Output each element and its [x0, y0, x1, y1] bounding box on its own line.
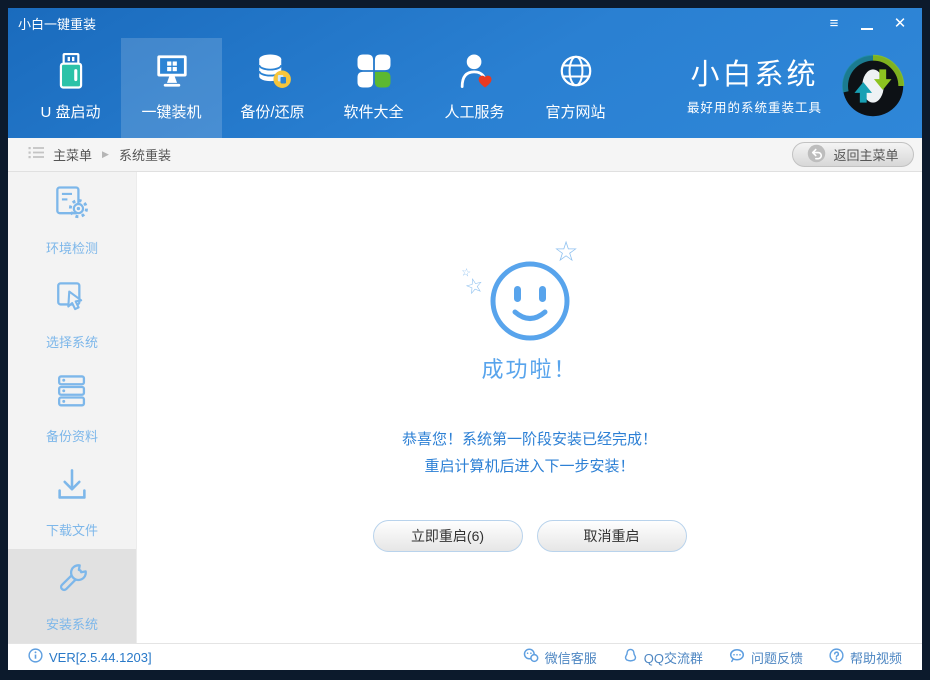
footer-link-label: 帮助视频 — [850, 648, 902, 667]
brand-area: 小白系统 最好用的系统重装工具 — [687, 38, 922, 138]
header: 小白一键重装 ≡ ✕ U 盘启动 — [8, 8, 922, 138]
feedback-link[interactable]: 问题反馈 — [729, 648, 803, 667]
nav-item-label: 人工服务 — [444, 101, 504, 122]
restart-now-button[interactable]: 立即重启(6) — [373, 520, 523, 552]
nav-item-software-collection[interactable]: 软件大全 — [323, 38, 424, 138]
help-video-link[interactable]: 帮助视频 — [829, 648, 902, 667]
wechat-support-link[interactable]: 微信客服 — [523, 648, 597, 667]
download-file-icon — [50, 464, 94, 511]
sidebar-item-backup-data[interactable]: 备份资料 — [8, 360, 136, 454]
footer: VER[2.5.44.1203] 微信客服 — [8, 643, 922, 670]
sidebar-item-label: 下载文件 — [46, 520, 98, 539]
minimize-icon[interactable] — [859, 16, 875, 31]
status-title: 成功啦！ — [481, 352, 577, 384]
titlebar: 小白一键重装 ≡ ✕ — [8, 8, 922, 38]
feedback-bubble-icon — [729, 648, 745, 666]
status-message: 恭喜您！系统第一阶段安装已经完成！ 重启计算机后进入下一步安装！ — [402, 426, 657, 480]
sidebar-item-label: 选择系统 — [46, 332, 98, 351]
main-nav: U 盘启动 一键装机 — [8, 38, 922, 138]
status-message-line1: 恭喜您！系统第一阶段安装已经完成！ — [402, 426, 657, 453]
monitor-windows-icon — [149, 48, 195, 94]
nav-item-label: 官方网站 — [545, 101, 605, 122]
breadcrumb-root[interactable]: 主菜单 — [53, 145, 92, 164]
support-person-icon — [452, 48, 498, 94]
smiley-face-icon — [486, 257, 574, 350]
qq-group-link[interactable]: QQ交流群 — [623, 648, 703, 667]
sidebar-item-label: 备份资料 — [46, 426, 98, 445]
footer-link-label: 微信客服 — [545, 648, 597, 667]
main-area: 环境检测 选择系统 — [8, 172, 922, 643]
backup-data-icon — [50, 370, 94, 417]
action-buttons: 立即重启(6) 取消重启 — [373, 520, 687, 552]
nav-item-label: 软件大全 — [343, 101, 403, 122]
qq-icon — [623, 648, 638, 666]
brand-tagline: 最好用的系统重装工具 — [687, 97, 822, 116]
help-video-icon — [829, 648, 844, 666]
environment-check-icon — [50, 182, 94, 229]
nav-item-label: 一键装机 — [141, 101, 201, 122]
window-title: 小白一键重装 — [18, 14, 96, 33]
cancel-restart-button[interactable]: 取消重启 — [537, 520, 687, 552]
nav-item-label: 备份/还原 — [240, 101, 304, 122]
footer-link-label: QQ交流群 — [644, 648, 703, 667]
app-window: 小白一键重装 ≡ ✕ U 盘启动 — [8, 8, 922, 670]
globe-icon — [553, 48, 599, 94]
menu-icon[interactable]: ≡ — [826, 16, 842, 31]
window-controls: ≡ ✕ — [826, 16, 908, 31]
select-system-icon — [50, 276, 94, 323]
info-icon — [28, 648, 43, 666]
list-icon — [28, 146, 45, 164]
sidebar-item-download-files[interactable]: 下载文件 — [8, 455, 136, 549]
nav-item-backup-restore[interactable]: 备份/还原 — [222, 38, 323, 138]
close-icon[interactable]: ✕ — [892, 16, 908, 31]
install-system-wrench-icon — [50, 558, 94, 605]
sidebar: 环境检测 选择系统 — [8, 172, 137, 643]
breadcrumb-arrow-icon: ▶ — [102, 149, 109, 160]
version-info: VER[2.5.44.1203] — [28, 648, 152, 666]
sidebar-item-select-system[interactable]: 选择系统 — [8, 266, 136, 360]
nav-item-official-website[interactable]: 官方网站 — [525, 38, 626, 138]
footer-link-label: 问题反馈 — [751, 648, 803, 667]
nav-item-usb-boot[interactable]: U 盘启动 — [20, 38, 121, 138]
usb-drive-icon — [48, 48, 94, 94]
sidebar-item-label: 安装系统 — [46, 614, 98, 633]
nav-item-human-support[interactable]: 人工服务 — [424, 38, 525, 138]
software-clover-icon — [351, 48, 397, 94]
version-text: VER[2.5.44.1203] — [49, 650, 152, 665]
footer-links: 微信客服 QQ交流群 问题反馈 — [523, 648, 902, 667]
sidebar-item-environment-check[interactable]: 环境检测 — [8, 172, 136, 266]
back-button-label: 返回主菜单 — [833, 145, 898, 164]
star-icon: ☆ — [462, 274, 485, 299]
success-illustration: ☆ ☆ ☆ — [425, 218, 635, 350]
status-message-line2: 重启计算机后进入下一步安装！ — [402, 453, 657, 480]
app-logo-icon — [834, 47, 912, 130]
database-backup-icon — [250, 48, 296, 94]
breadcrumb-current: 系统重装 — [119, 145, 171, 164]
back-to-main-menu-button[interactable]: 返回主菜单 — [792, 142, 914, 167]
nav-item-one-click-install[interactable]: 一键装机 — [121, 38, 222, 138]
wechat-icon — [523, 648, 539, 666]
return-arrow-icon — [807, 144, 826, 166]
brand-name: 小白系统 — [687, 60, 822, 92]
sidebar-item-label: 环境检测 — [46, 238, 98, 257]
brand-text: 小白系统 最好用的系统重装工具 — [687, 60, 822, 116]
nav-item-label: U 盘启动 — [40, 101, 100, 122]
breadcrumb: 主菜单 ▶ 系统重装 返回主菜单 — [8, 138, 922, 172]
content-panel: ☆ ☆ ☆ 成功啦！ 恭喜您！系统第一阶段安装已经完成！ 重启计算机后进入下一步… — [137, 172, 922, 643]
sidebar-item-install-system[interactable]: 安装系统 — [8, 549, 136, 643]
